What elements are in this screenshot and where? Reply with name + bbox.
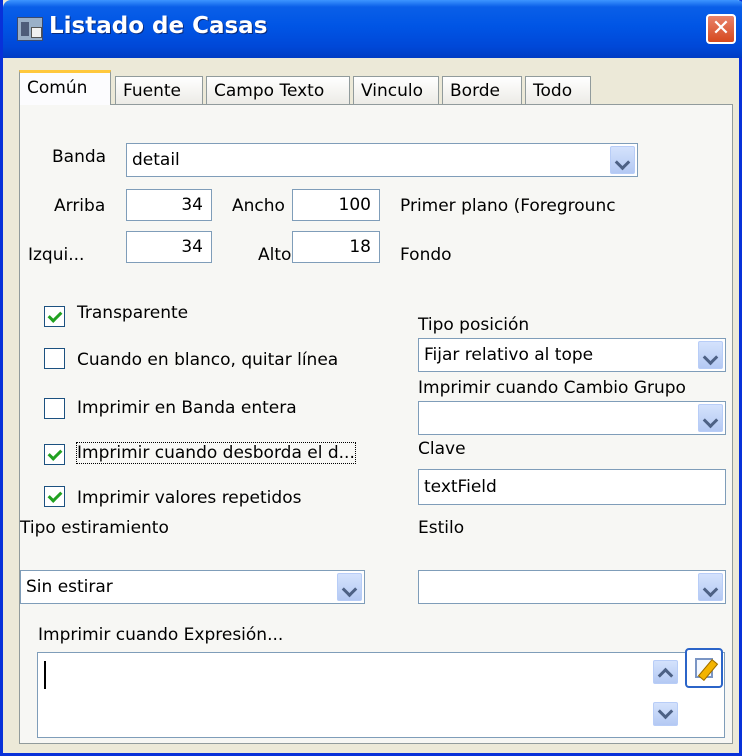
valores-repetidos-label[interactable]: Imprimir valores repetidos <box>77 488 301 508</box>
valores-repetidos-checkbox[interactable] <box>44 486 65 507</box>
expresion-textarea[interactable] <box>37 652 725 738</box>
chevron-down-icon[interactable] <box>698 341 723 369</box>
estilo-select[interactable] <box>418 570 726 604</box>
banda-entera-checkbox[interactable] <box>44 398 65 419</box>
ancho-label: Ancho <box>232 196 285 216</box>
tab-comun[interactable]: Común <box>19 70 111 105</box>
quitar-linea-label[interactable]: Cuando en blanco, quitar línea <box>77 350 338 370</box>
chevron-down-icon[interactable] <box>698 404 723 432</box>
quitar-linea-checkbox[interactable] <box>44 348 65 369</box>
title-bar[interactable]: Listado de Casas ✕ <box>3 0 742 58</box>
tab-vinculo[interactable]: Vinculo <box>353 76 439 104</box>
tipo-posicion-select[interactable]: Fijar relativo al tope <box>418 338 726 372</box>
chevron-down-icon[interactable] <box>337 573 362 601</box>
window-title: Listado de Casas <box>49 13 268 39</box>
clave-input[interactable]: textField <box>418 469 726 505</box>
text-caret <box>44 661 46 689</box>
arriba-input[interactable]: 34 <box>126 189 212 221</box>
arriba-label: Arriba <box>54 196 106 216</box>
dialog-window: Listado de Casas ✕ Común Fuente Campo Te… <box>0 0 742 756</box>
tab-borde[interactable]: Borde <box>442 76 522 104</box>
tipo-posicion-value: Fijar relativo al tope <box>424 345 594 365</box>
chevron-down-icon[interactable] <box>610 146 635 174</box>
foreground-color-label[interactable]: Primer plano (Foregrounc <box>400 196 616 216</box>
estilo-label: Estilo <box>418 518 465 538</box>
clave-label: Clave <box>418 439 466 459</box>
edit-expression-icon[interactable] <box>685 648 723 688</box>
tipo-estiramiento-value: Sin estirar <box>26 577 113 597</box>
ancho-input[interactable]: 100 <box>292 189 380 221</box>
alto-input[interactable]: 18 <box>292 231 380 263</box>
tab-campo-texto[interactable]: Campo Texto <box>206 76 350 104</box>
banda-select[interactable]: detail <box>126 143 638 177</box>
desborda-checkbox[interactable] <box>44 444 65 465</box>
transparente-checkbox[interactable] <box>44 306 65 327</box>
expresion-label: Imprimir cuando Expresión... <box>38 625 284 645</box>
izquierda-input[interactable]: 34 <box>126 231 212 263</box>
background-color-label[interactable]: Fondo <box>400 245 452 265</box>
tipo-posicion-label: Tipo posición <box>418 315 530 335</box>
tab-fuente[interactable]: Fuente <box>115 76 203 104</box>
cambio-grupo-select[interactable] <box>418 401 726 435</box>
cambio-grupo-label: Imprimir cuando Cambio Grupo <box>418 378 686 398</box>
tipo-estiramiento-select[interactable]: Sin estirar <box>20 570 365 604</box>
tab-todo[interactable]: Todo <box>525 76 591 104</box>
tipo-estiramiento-label: Tipo estiramiento <box>20 518 169 538</box>
chevron-down-icon[interactable] <box>698 573 723 601</box>
banda-value: detail <box>132 150 180 170</box>
tab-panel-comun: Banda detail Arriba 34 Ancho 100 Primer … <box>19 104 733 744</box>
app-icon <box>17 17 43 41</box>
banda-label: Banda <box>52 147 107 167</box>
scroll-down-icon[interactable] <box>653 702 678 726</box>
izquierda-label: Izqui... <box>28 245 85 265</box>
desborda-label[interactable]: Imprimir cuando desborda el d... <box>76 442 356 464</box>
banda-entera-label[interactable]: Imprimir en Banda entera <box>77 398 297 418</box>
transparente-label[interactable]: Transparente <box>77 303 188 323</box>
alto-label: Alto <box>258 245 292 265</box>
close-icon[interactable]: ✕ <box>706 14 736 44</box>
scroll-up-icon[interactable] <box>653 660 678 684</box>
